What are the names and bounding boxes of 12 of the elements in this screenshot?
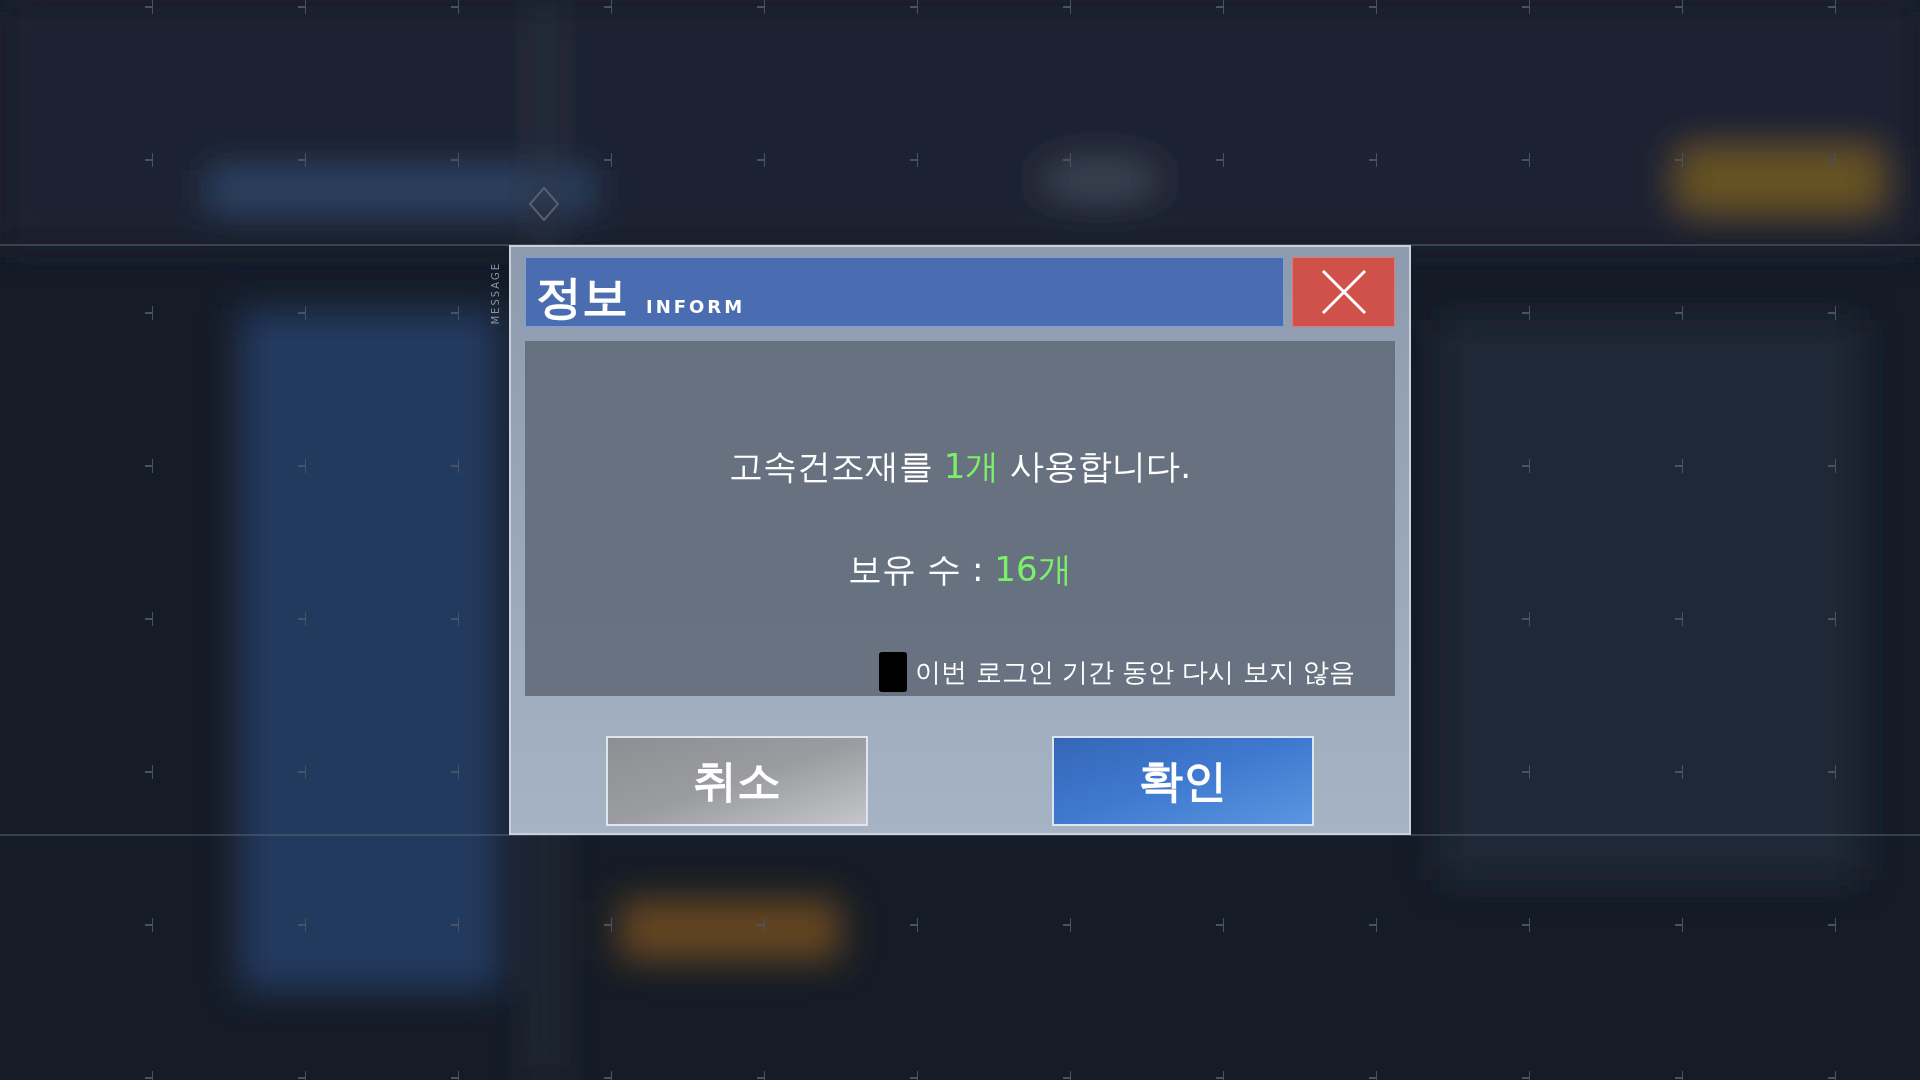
cancel-button[interactable]: 취소 [606,736,868,826]
close-button[interactable] [1292,257,1395,327]
count-text: 보유 수 : 16개 [848,548,1072,591]
dialog-title: 정보 [536,274,628,320]
option-label: 이번 로그인 기간 동안 다시 보지 않음 [915,655,1355,689]
confirm-button[interactable]: 확인 [1052,736,1314,826]
message-text: 고속건조재를 1개 사용합니다. [728,445,1192,488]
checkbox[interactable] [879,652,908,692]
side-label: MESSAGE [489,262,502,325]
dialog-subtitle: INFORM [646,298,746,316]
dont-show-option[interactable]: 이번 로그인 기간 동안 다시 보지 않음 [879,652,1355,692]
close-icon [1319,268,1368,316]
